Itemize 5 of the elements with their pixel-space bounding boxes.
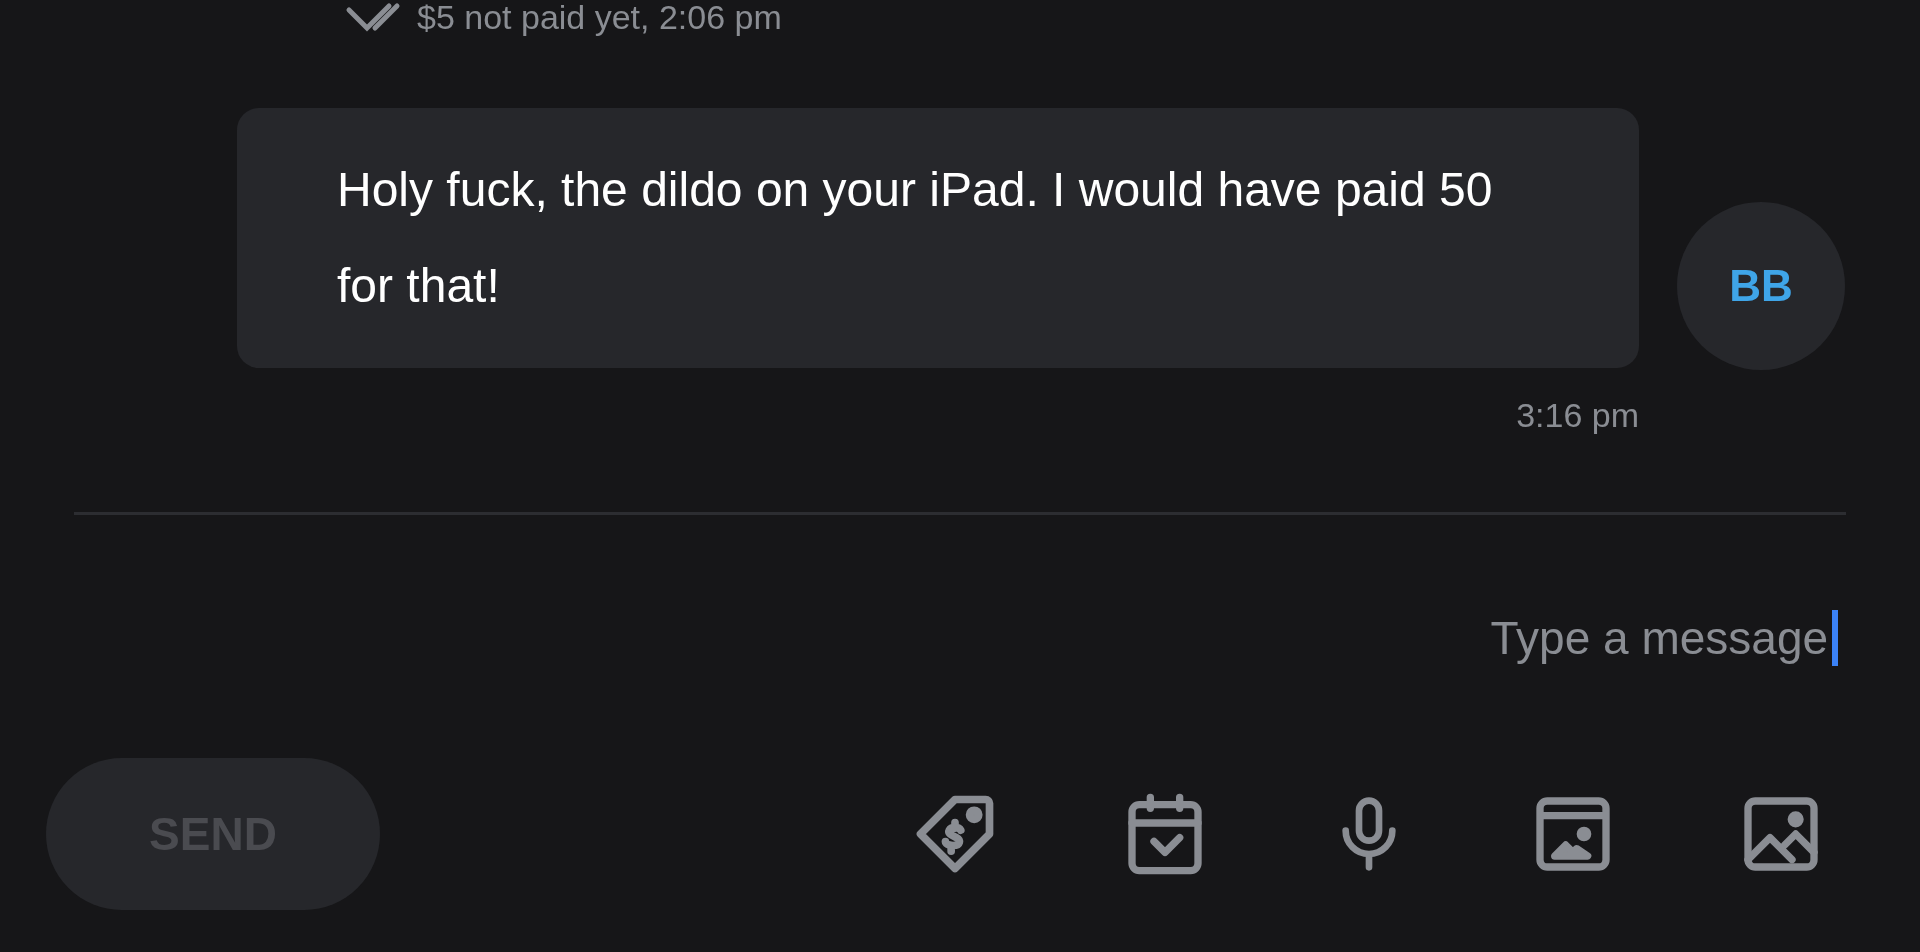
message-time: 3:16 pm: [1516, 398, 1639, 432]
message-input-field[interactable]: Type a message: [1038, 603, 1829, 673]
avatar[interactable]: BB: [1677, 202, 1845, 370]
message-bubble: Holy fuck, the dildo on your iPad. I would have paid 50 for that!: [237, 108, 1639, 368]
payment-status: $5 not paid yet, 2:06 pm: [417, 0, 782, 34]
